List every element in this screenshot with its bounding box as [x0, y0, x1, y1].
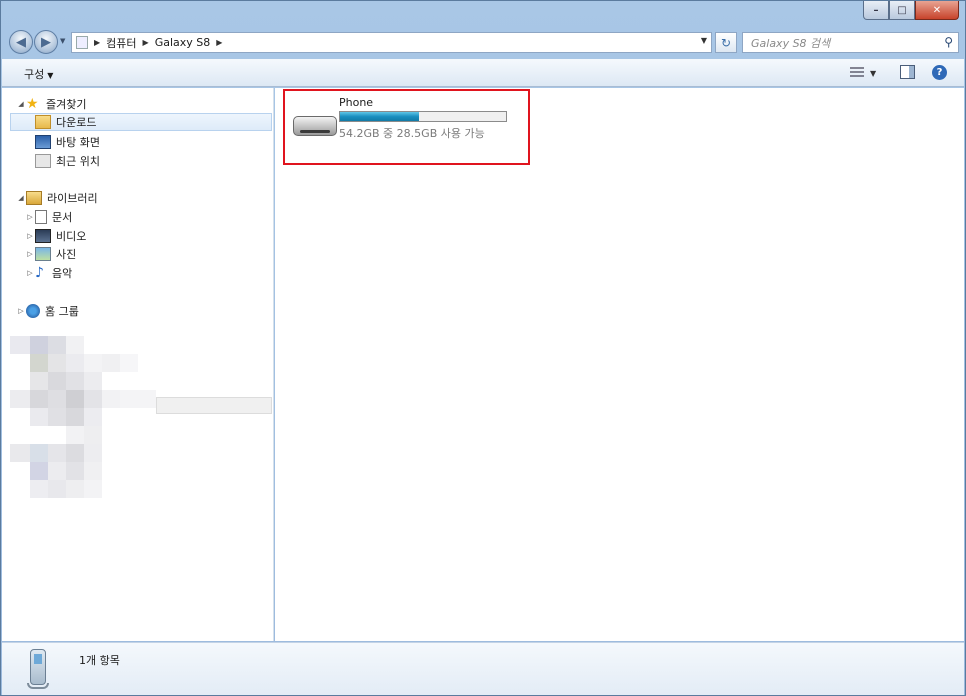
- music-icon: ♪: [35, 265, 44, 281]
- homegroup-icon: [26, 304, 40, 318]
- search-icon[interactable]: ⚲: [944, 35, 953, 49]
- tree-label: 비디오: [56, 230, 87, 243]
- change-view-button[interactable]: ▼: [850, 65, 884, 81]
- preview-pane-icon[interactable]: [900, 65, 915, 79]
- tree-item-desktop[interactable]: 바탕 화면: [35, 133, 100, 151]
- tree-label: 다운로드: [56, 116, 97, 129]
- breadcrumb-separator-icon[interactable]: ▶: [216, 38, 222, 47]
- expand-arrow-icon[interactable]: ◢: [16, 100, 26, 108]
- collapse-arrow-icon[interactable]: ▷: [25, 250, 35, 258]
- expand-arrow-icon[interactable]: ◢: [16, 194, 26, 202]
- item-count: 1개 항목: [79, 654, 120, 667]
- document-icon: [35, 210, 47, 224]
- breadcrumb-separator-icon[interactable]: ▶: [94, 38, 100, 47]
- tree-label: 바탕 화면: [56, 136, 100, 149]
- maximize-button[interactable]: □: [889, 1, 915, 20]
- minimize-button[interactable]: –: [863, 1, 889, 20]
- organize-label: 구성: [24, 68, 45, 81]
- forward-button[interactable]: ▶: [34, 30, 58, 54]
- tree-label: 최근 위치: [56, 155, 100, 168]
- window-controls: – □ ✕: [863, 1, 959, 20]
- drive-name: Phone: [339, 96, 374, 109]
- drive-tile-phone[interactable]: Phone 54.2GB 중 28.5GB 사용 가능: [283, 89, 530, 165]
- tree-item-music[interactable]: ▷ ♪ 음악: [25, 264, 72, 282]
- address-row: ◀ ▶ ▼ ▶ 컴퓨터 ▶ Galaxy S8 ▶ ▼ ↻ Galaxy S8 …: [1, 27, 965, 57]
- tree-favorites[interactable]: ◢ ★ 즐겨찾기: [16, 95, 86, 113]
- video-icon: [35, 229, 51, 243]
- explorer-window: – □ ✕ ◀ ▶ ▼ ▶ 컴퓨터 ▶ Galaxy S8 ▶ ▼ ↻ Gala…: [0, 0, 966, 696]
- navigation-pane[interactable]: ◢ ★ 즐겨찾기 다운로드 바탕 화면 최근 위치 ◢ 라이브러리 ▷ 문서 ▷…: [2, 88, 274, 641]
- tree-homegroup[interactable]: ▷ 홈 그룹: [16, 302, 79, 320]
- library-icon: [26, 191, 42, 205]
- favorites-star-icon: ★: [26, 96, 39, 112]
- recent-places-icon: [35, 154, 51, 168]
- search-box[interactable]: Galaxy S8 검색 ⚲: [742, 32, 959, 53]
- computer-icon: [76, 36, 88, 49]
- tree-label: 라이브러리: [47, 192, 98, 205]
- collapse-arrow-icon[interactable]: ▷: [25, 269, 35, 277]
- organize-button[interactable]: 구성 ▼: [24, 66, 53, 82]
- removable-drive-icon: [293, 116, 337, 136]
- recent-pages-dropdown[interactable]: ▼: [60, 37, 70, 47]
- address-dropdown-icon[interactable]: ▼: [701, 36, 707, 45]
- collapse-arrow-icon[interactable]: ▷: [16, 307, 26, 315]
- tree-label: 사진: [56, 248, 77, 261]
- tree-label: 문서: [52, 211, 73, 224]
- tree-libraries[interactable]: ◢ 라이브러리: [16, 189, 98, 207]
- close-button[interactable]: ✕: [915, 1, 959, 20]
- help-icon[interactable]: ?: [932, 65, 947, 80]
- phone-device-icon: [26, 649, 50, 691]
- tree-item-recent[interactable]: 최근 위치: [35, 152, 100, 170]
- breadcrumb-computer[interactable]: 컴퓨터: [106, 35, 136, 51]
- tree-item-videos[interactable]: ▷ 비디오: [25, 227, 86, 245]
- picture-icon: [35, 247, 51, 261]
- back-button[interactable]: ◀: [9, 30, 33, 54]
- tree-item-documents[interactable]: ▷ 문서: [25, 208, 72, 226]
- view-details-icon: [850, 67, 864, 79]
- breadcrumb-galaxy-s8[interactable]: Galaxy S8: [155, 36, 211, 49]
- chevron-down-icon: ▼: [47, 71, 54, 80]
- command-bar: 구성 ▼ ▼ ?: [2, 59, 964, 87]
- search-input[interactable]: Galaxy S8 검색: [751, 35, 830, 51]
- collapse-arrow-icon[interactable]: ▷: [25, 232, 35, 240]
- tree-item-downloads[interactable]: 다운로드: [10, 113, 272, 131]
- collapse-arrow-icon[interactable]: ▷: [25, 213, 35, 221]
- tree-label: 홈 그룹: [45, 305, 79, 318]
- downloads-folder-icon: [35, 115, 51, 129]
- tree-item-pictures[interactable]: ▷ 사진: [25, 245, 76, 263]
- drive-usage-bar: [339, 111, 507, 122]
- chevron-down-icon: ▼: [870, 68, 877, 78]
- file-list[interactable]: Phone 54.2GB 중 28.5GB 사용 가능: [275, 88, 964, 641]
- title-bar[interactable]: – □ ✕: [1, 1, 965, 25]
- address-bar[interactable]: ▶ 컴퓨터 ▶ Galaxy S8 ▶ ▼: [71, 32, 712, 53]
- details-pane: 1개 항목: [2, 642, 964, 695]
- breadcrumb-separator-icon[interactable]: ▶: [143, 38, 149, 47]
- tree-label: 음악: [52, 267, 73, 280]
- refresh-button[interactable]: ↻: [715, 32, 737, 53]
- tree-label: 즐겨찾기: [46, 98, 87, 111]
- desktop-icon: [35, 135, 51, 149]
- drive-usage-fill: [340, 112, 419, 121]
- drive-space-text: 54.2GB 중 28.5GB 사용 가능: [339, 127, 485, 140]
